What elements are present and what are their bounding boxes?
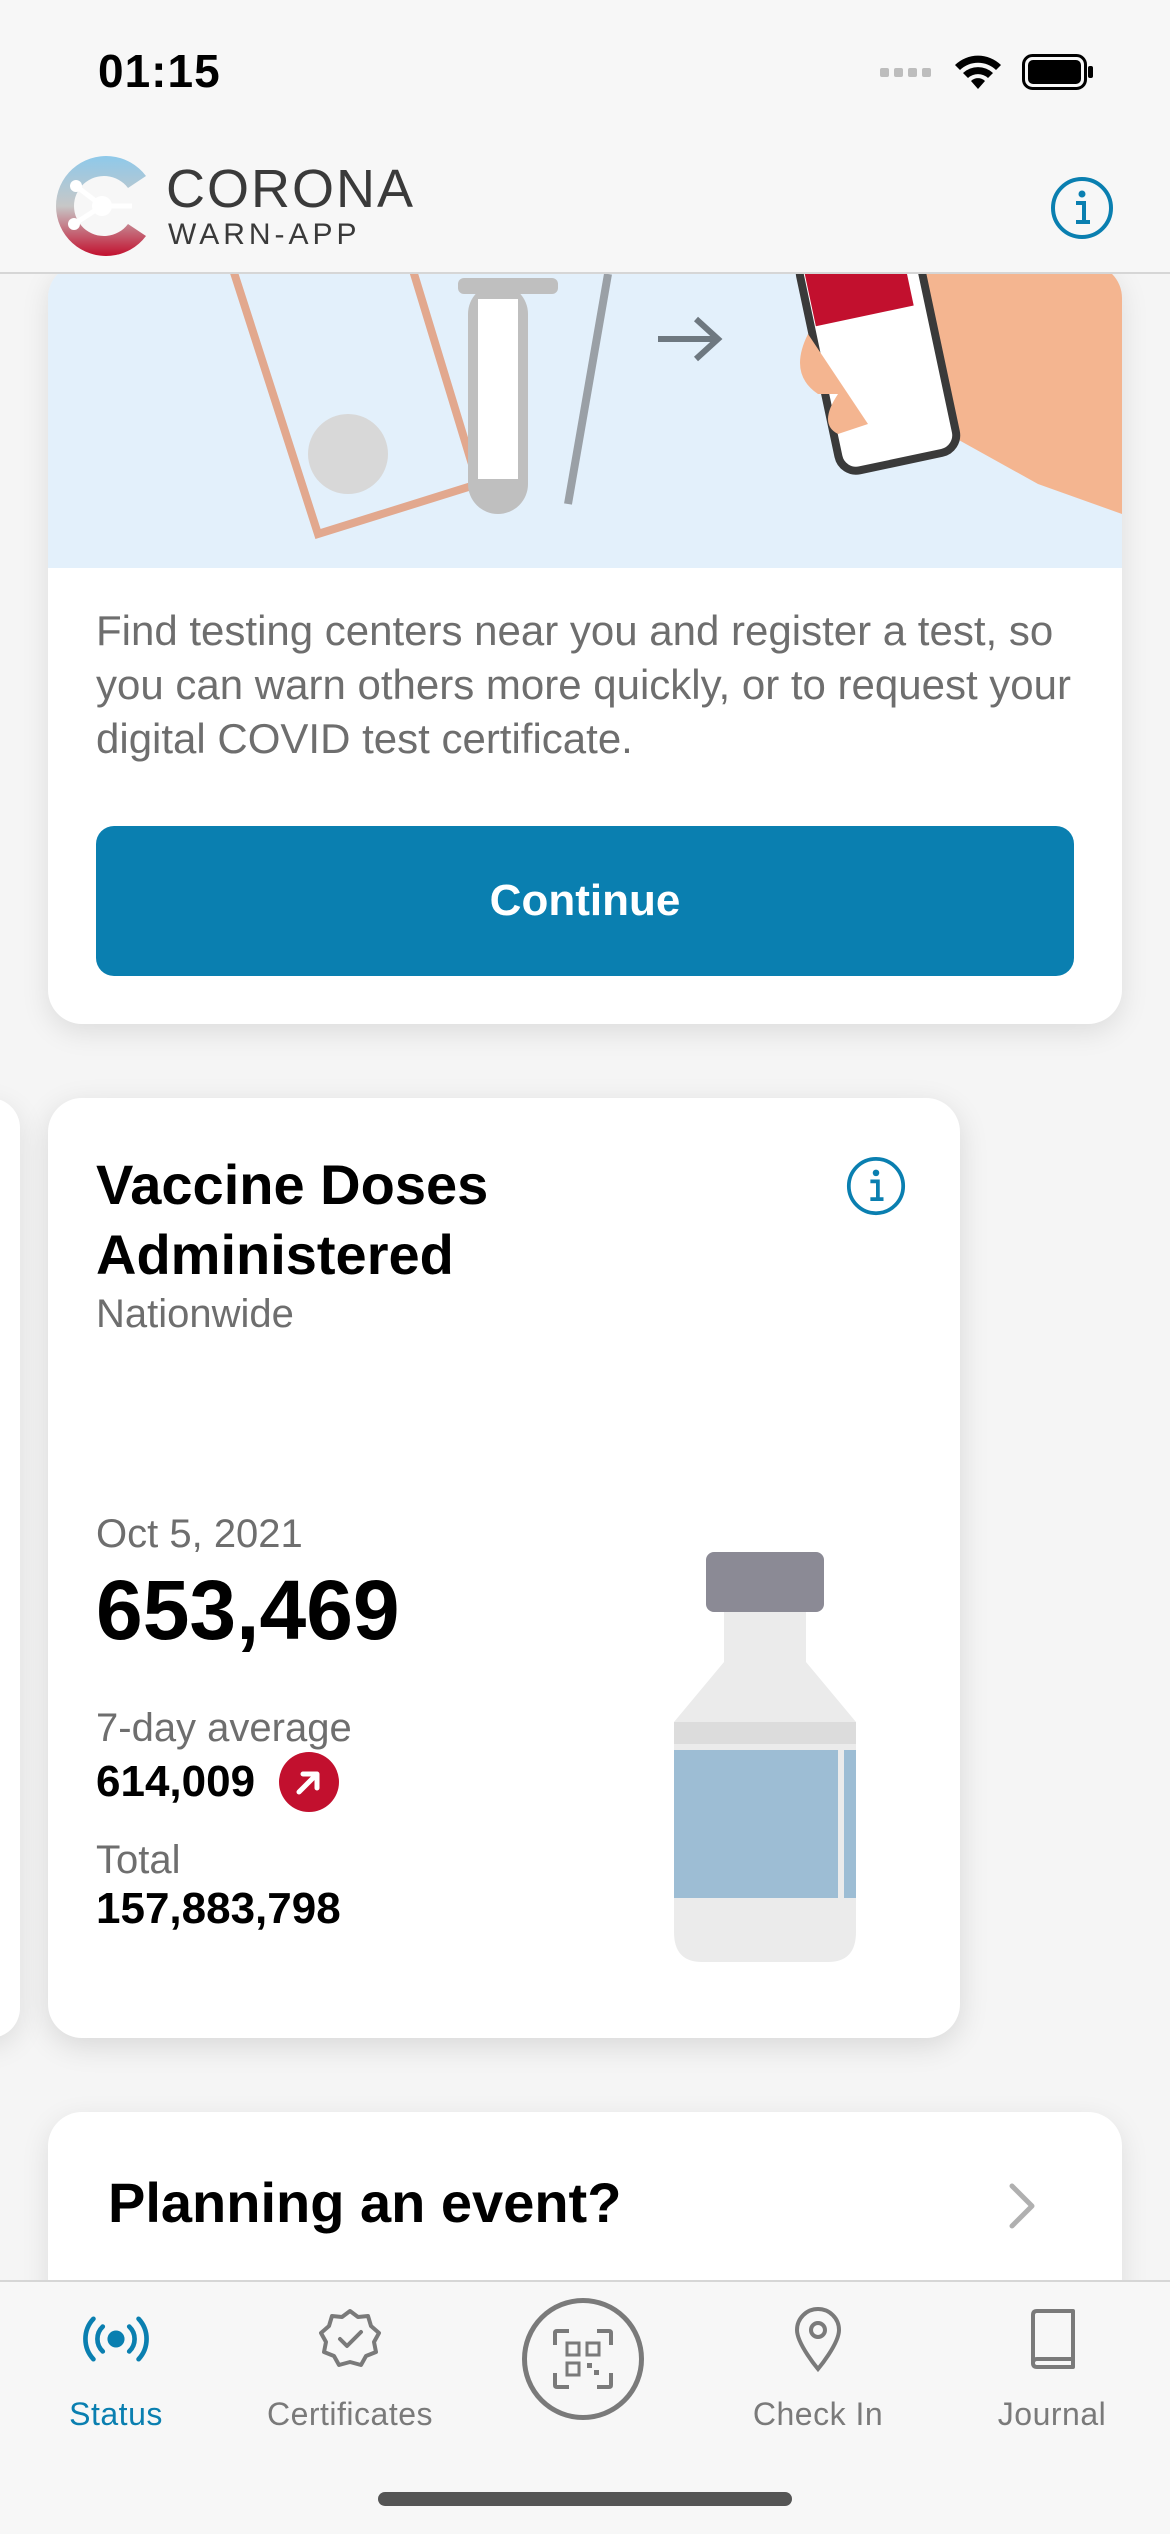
seven-day-average-value: 614,009: [96, 1757, 256, 1806]
location-pin-icon: [783, 2304, 853, 2374]
event-card[interactable]: Planning an event?: [48, 2112, 1122, 2280]
vaccine-info-icon[interactable]: [846, 1156, 906, 1216]
continue-button[interactable]: Continue: [96, 826, 1074, 976]
seven-day-average-label: 7-day average: [96, 1706, 352, 1750]
test-card-description: Find testing centers near you and regist…: [96, 607, 1072, 762]
wifi-icon: [955, 55, 1001, 89]
app-name-sub: WARN-APP: [168, 218, 361, 251]
test-card: Find testing centers near you and regist…: [48, 274, 1122, 1024]
qr-scan-button[interactable]: [522, 2298, 644, 2420]
event-card-title: Planning an event?: [108, 2171, 622, 2234]
info-icon[interactable]: [1050, 176, 1114, 240]
vaccine-card-title: Vaccine Doses Administered: [96, 1153, 489, 1286]
vaccine-card-subtitle: Nationwide: [96, 1292, 294, 1336]
status-bar: 01:15: [0, 0, 1170, 140]
nav-bar: CORONA WARN-APP: [0, 140, 1170, 274]
home-indicator: [378, 2492, 792, 2506]
certificate-icon: [315, 2304, 385, 2374]
tab-journal-label: Journal: [997, 2396, 1107, 2432]
previous-stats-card[interactable]: [0, 1098, 20, 2038]
tab-certificates-label: Certificates: [266, 2396, 434, 2432]
status-icons: [880, 52, 1094, 92]
home-scroll-content[interactable]: Find testing centers near you and regist…: [0, 274, 1170, 2280]
signal-icon: [880, 68, 931, 77]
broadcast-icon: [81, 2304, 151, 2374]
tab-certificates[interactable]: Certificates: [240, 2304, 460, 2454]
test-illustration: [48, 274, 1122, 568]
app-name: CORONA: [166, 159, 416, 219]
battery-icon: [1022, 54, 1093, 90]
tab-status-label: Status: [69, 2396, 163, 2432]
vaccine-date: Oct 5, 2021: [96, 1512, 303, 1556]
trend-up-icon: [279, 1752, 340, 1812]
vaccine-doses-card: Vaccine Doses Administered Nationwide Oc…: [48, 1098, 960, 2038]
tab-status[interactable]: Status: [6, 2304, 226, 2454]
status-time: 01:15: [98, 45, 221, 97]
seven-day-average-row: 614,009: [96, 1752, 340, 1812]
chevron-right-icon: [1009, 2183, 1035, 2229]
tab-check-in[interactable]: Check In: [708, 2304, 928, 2454]
tab-journal[interactable]: Journal: [942, 2304, 1162, 2454]
book-icon: [1017, 2304, 1087, 2374]
tab-check-in-label: Check In: [752, 2396, 884, 2432]
qr-scan-icon: [553, 2329, 613, 2389]
total-label: Total: [96, 1838, 181, 1882]
vaccine-bottle-icon: [674, 1552, 856, 1962]
total-value: 157,883,798: [96, 1884, 341, 1933]
app-logo-icon: [56, 156, 146, 256]
vaccine-daily-value: 653,469: [96, 1563, 400, 1657]
